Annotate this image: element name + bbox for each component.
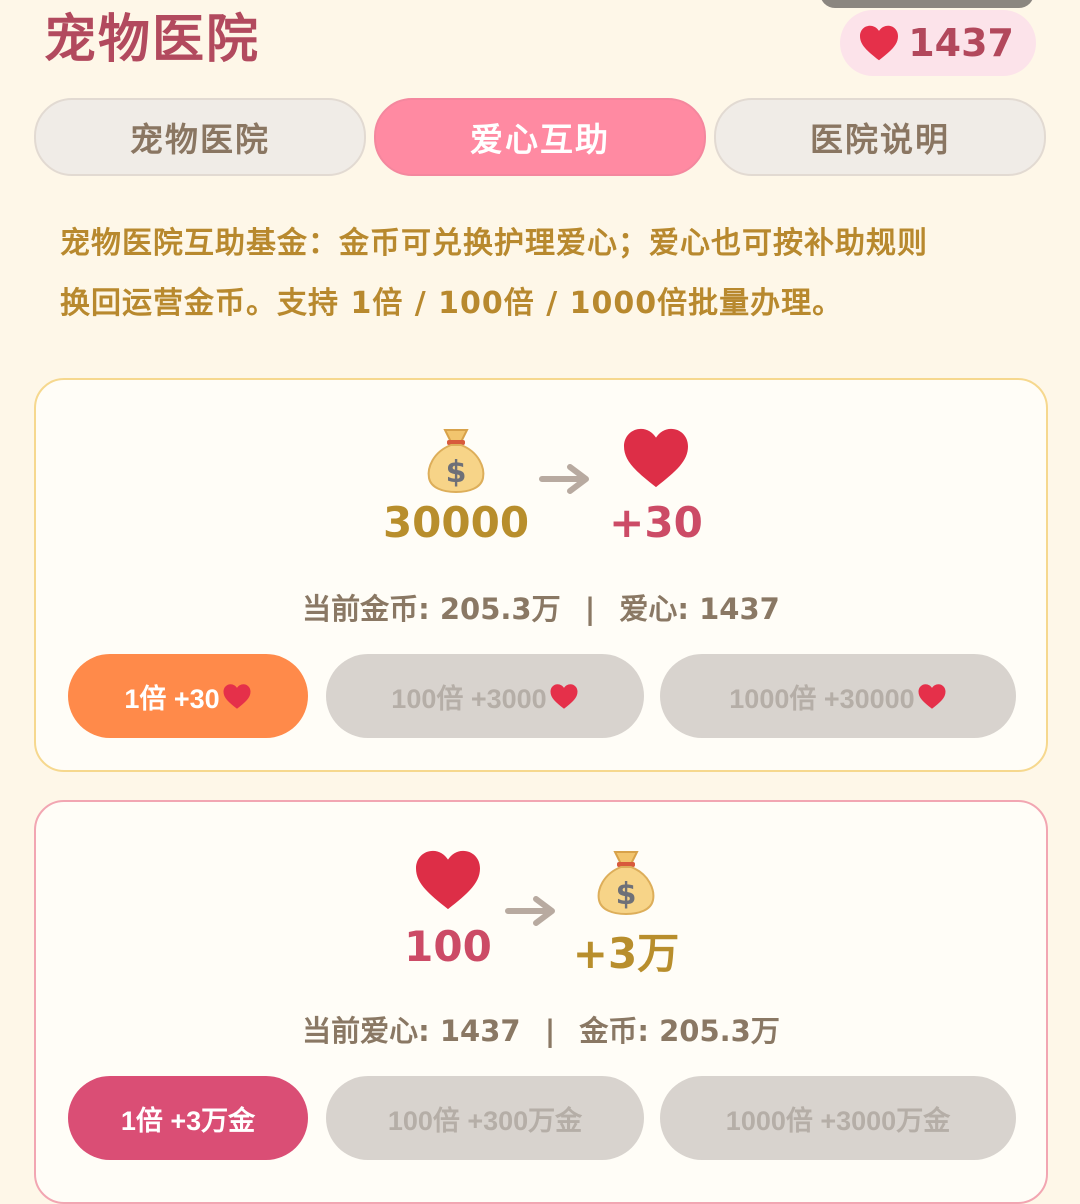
heart-icon	[416, 850, 480, 910]
money-bag-icon: $	[427, 429, 485, 494]
svg-text:$: $	[446, 455, 467, 490]
coin-cost-column: $ 30000	[356, 424, 556, 547]
status-hearts-value: 1437	[439, 1014, 521, 1048]
status-hearts-label: 当前爱心:	[302, 1014, 440, 1048]
intro-line-2: 换回运营金币。支持 1倍 / 100倍 / 1000倍批量办理。	[60, 286, 844, 321]
heart-count: 1437	[908, 21, 1014, 65]
tab-love-mutual-aid[interactable]: 爱心互助	[374, 98, 706, 176]
tab-bar: 宠物医院 爱心互助 医院说明	[34, 98, 1046, 176]
button-label: 1000倍 +30000	[729, 683, 915, 714]
heart-gain-amount: +30	[609, 498, 703, 547]
intro-text: 宠物医院互助基金：金币可兑换护理爱心；爱心也可按补助规则 换回运营金币。支持 1…	[60, 214, 1020, 334]
heart-icon	[223, 683, 251, 709]
status-coins-label: 金币:	[579, 1014, 660, 1048]
exchange-100x-button[interactable]: 100倍 +3000	[326, 654, 644, 738]
redeem-1000x-button[interactable]: 1000倍 +3000万金	[660, 1076, 1016, 1160]
tab-hospital-info[interactable]: 医院说明	[714, 98, 1046, 176]
heart-icon	[860, 25, 899, 61]
money-bag-icon: $	[597, 851, 655, 916]
coin-status-line: 当前金币: 205.3万 | 爱心: 1437	[36, 586, 1046, 628]
coin-cost-amount: 30000	[382, 498, 530, 547]
svg-text:$: $	[616, 877, 637, 912]
page-title: 宠物医院	[44, 10, 261, 70]
status-separator: |	[584, 592, 596, 626]
coin-gain-column: $ +3万	[526, 846, 726, 981]
tab-pet-hospital[interactable]: 宠物医院	[34, 98, 366, 176]
status-hearts-label: 爱心:	[619, 592, 700, 626]
button-label: 1倍 +30	[124, 683, 220, 714]
status-coins-value: 205.3万	[439, 592, 561, 626]
coin-gain-amount: +3万	[572, 929, 680, 978]
heart-icon	[918, 683, 946, 709]
heart-icon	[550, 683, 578, 709]
exchange-1000x-button[interactable]: 1000倍 +30000	[660, 654, 1016, 738]
heart-gain-column: +30	[556, 426, 756, 547]
redeem-100x-button[interactable]: 100倍 +300万金	[326, 1076, 644, 1160]
heart-icon	[624, 428, 688, 488]
status-separator: |	[544, 1014, 556, 1048]
status-coins-value: 205.3万	[659, 1014, 780, 1048]
coin-exchange-buttons: 1倍 +30 100倍 +3000 1000倍 +30000	[68, 654, 1016, 738]
status-coins-label: 当前金币:	[302, 592, 440, 626]
heart-status-line: 当前爱心: 1437 | 金币: 205.3万	[36, 1008, 1046, 1050]
heart-to-coin-card: 100 $ +3万 当前爱心: 1437 | 金币: 205.3万 1倍 +3万…	[34, 800, 1048, 1204]
heart-exchange-buttons: 1倍 +3万金 100倍 +300万金 1000倍 +3000万金	[68, 1076, 1016, 1160]
coin-to-heart-card: $ 30000 +30 当前金币: 205.3万 | 爱心: 1437 1倍 +…	[34, 378, 1048, 772]
status-hearts-value: 1437	[699, 592, 780, 626]
button-label: 100倍 +3000	[391, 683, 547, 714]
header: 宠物医院 1437	[44, 6, 1036, 76]
redeem-1x-button[interactable]: 1倍 +3万金	[68, 1076, 308, 1160]
intro-line-1: 宠物医院互助基金：金币可兑换护理爱心；爱心也可按补助规则	[60, 226, 928, 261]
heart-counter-badge: 1437	[840, 10, 1036, 76]
exchange-1x-button[interactable]: 1倍 +30	[68, 654, 308, 738]
